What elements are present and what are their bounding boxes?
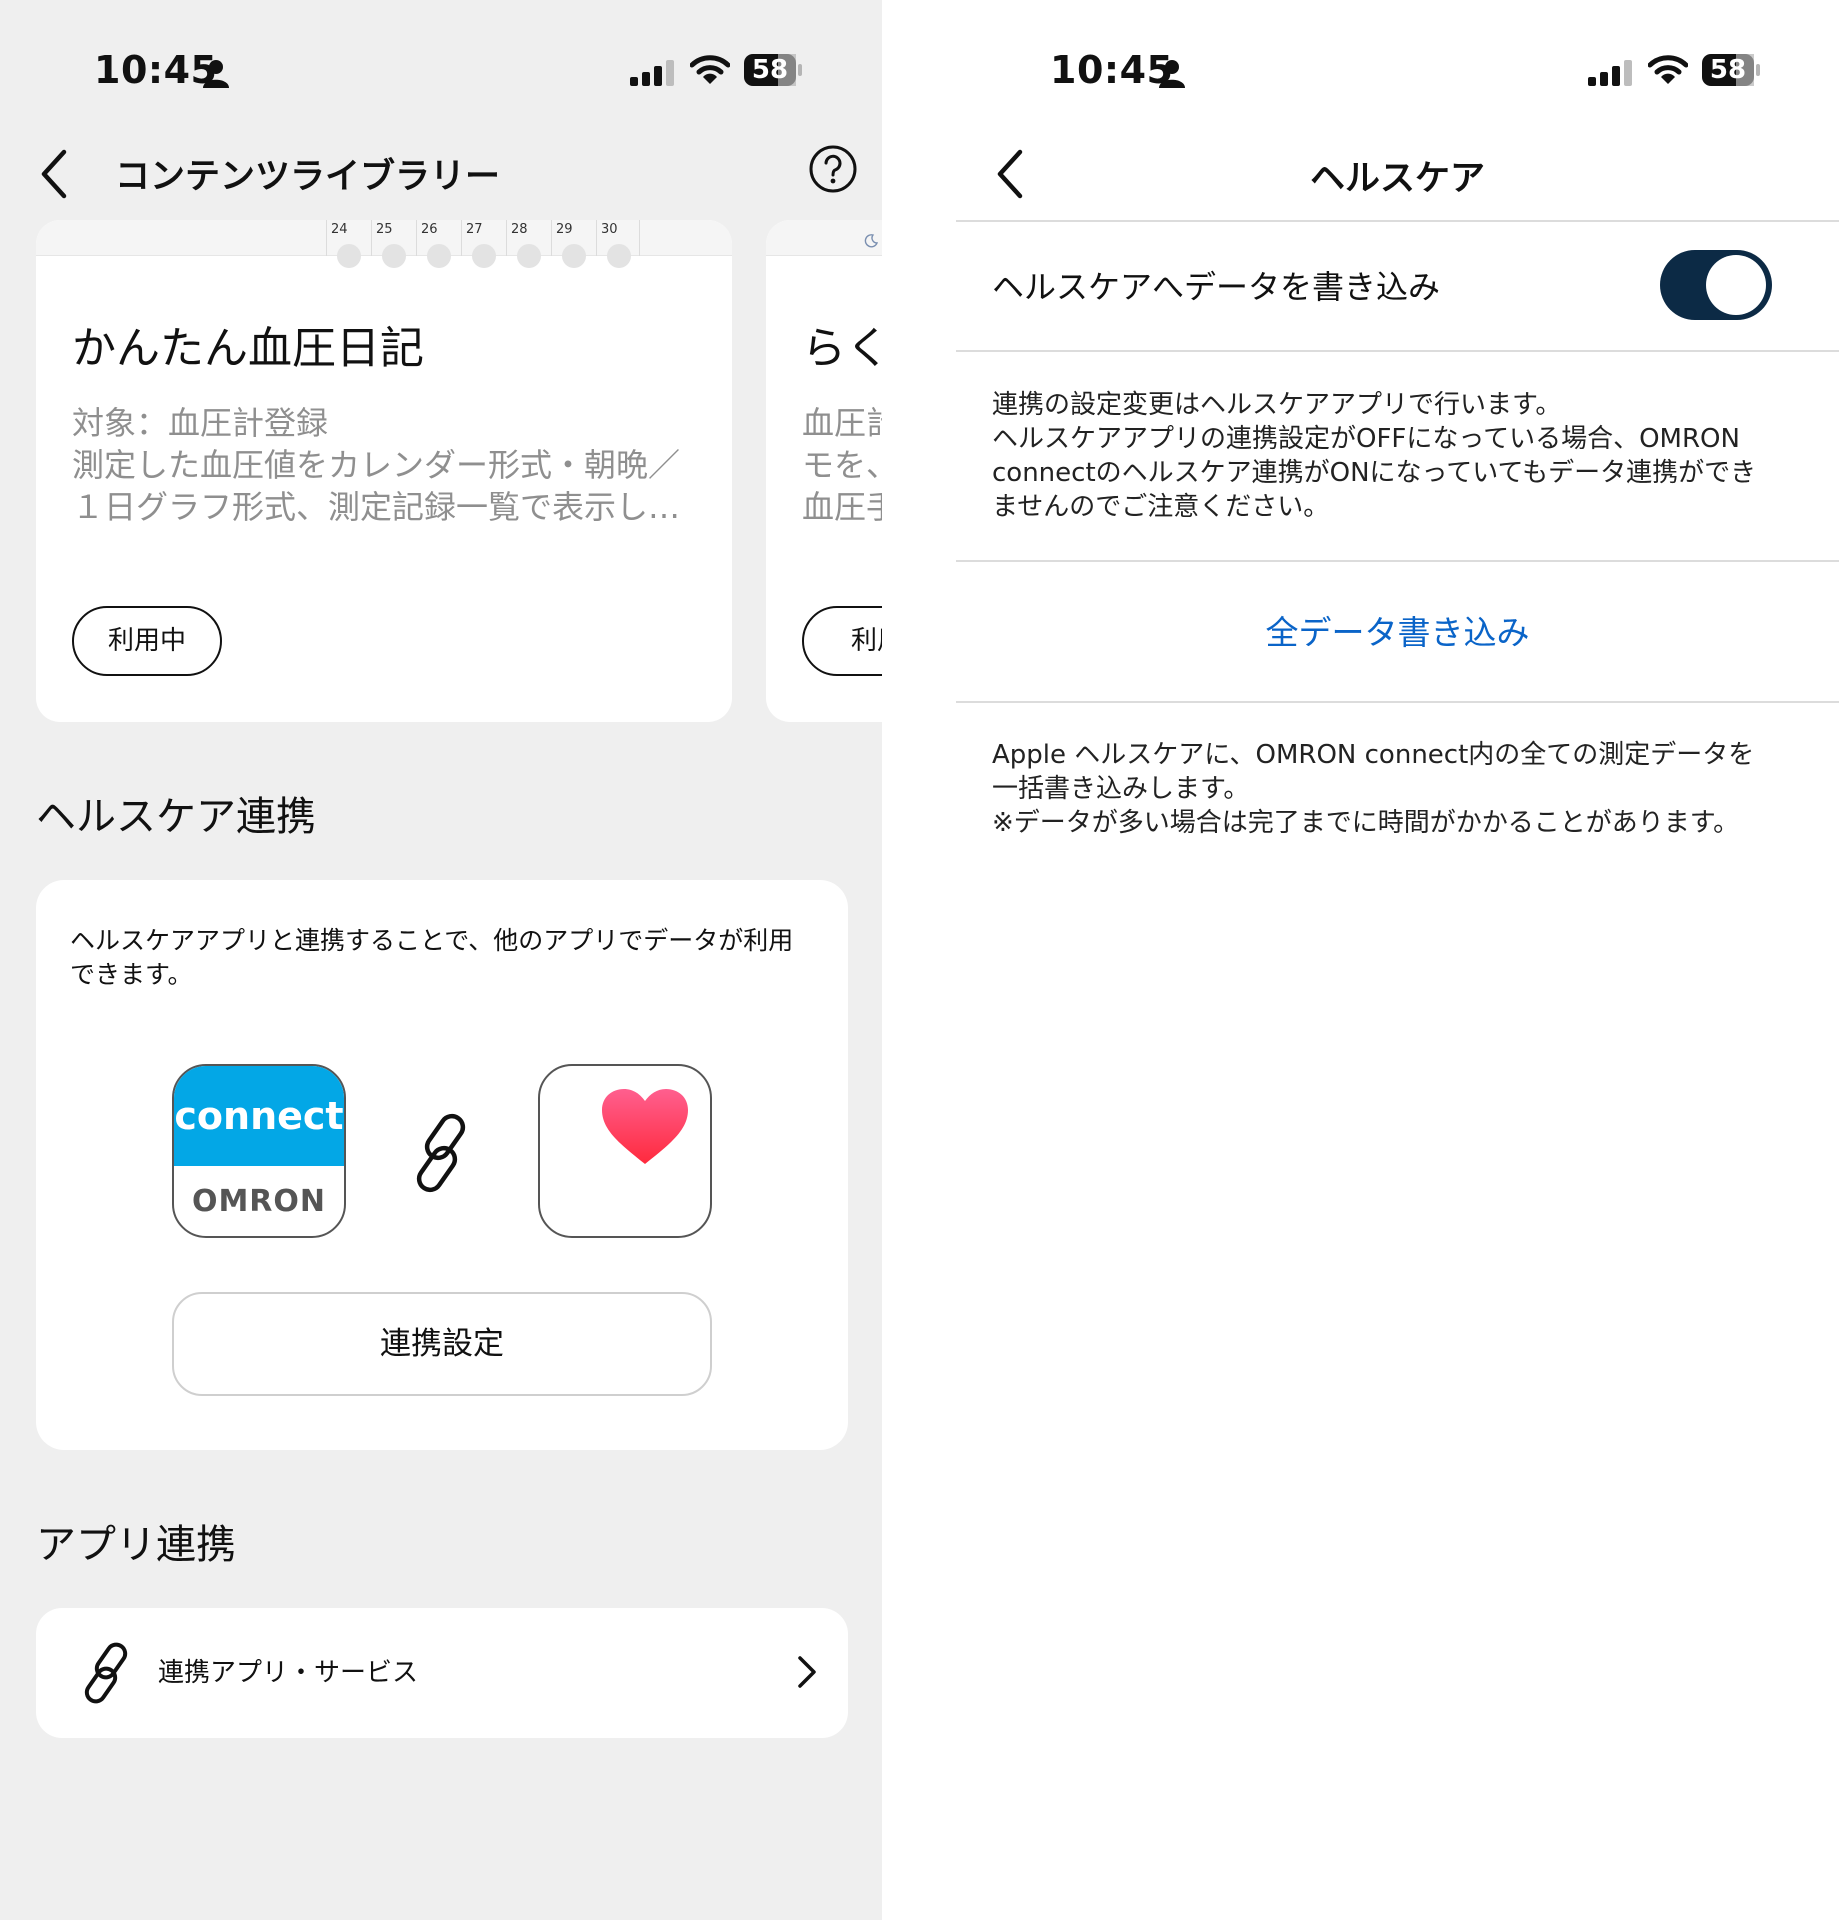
card-title: かんたん血圧日記 [72,323,424,374]
calendar-strip [766,220,882,256]
divider [956,701,1839,703]
wifi-icon [690,55,730,84]
divider [956,220,1839,222]
cellular-signal-icon [1588,60,1632,86]
content-card-partial[interactable]: らく 血圧計 モを、 血圧手 利用 [766,220,882,722]
cellular-signal-icon [630,60,674,86]
person-icon [1159,60,1185,88]
link-icon [84,1642,128,1704]
calendar-strip: 24 25 26 27 28 29 30 [36,220,732,268]
content-card-bp-diary[interactable]: 24 25 26 27 28 29 30 かんたん血圧日記 対象：血圧計登録 測… [36,220,732,722]
page-title: コンテンツライブラリー [115,157,501,197]
calendar-day: 26 [416,220,460,268]
card-description: 血圧計 モを、 血圧手 [802,404,882,526]
person-icon [203,60,229,88]
battery-level: 58 [751,55,789,85]
linked-apps-services-row[interactable]: 連携アプリ・サービス [36,1608,848,1738]
connect-logo-text: connect [174,1066,344,1166]
content-library-screen: 10:45 58 コンテンツライブラリー 24 25 26 27 28 29 3… [0,0,882,1920]
help-icon[interactable] [808,144,858,194]
write-to-healthcare-toggle[interactable] [1660,250,1772,320]
page-title: ヘルスケア [1309,159,1485,199]
healthcare-section-title: ヘルスケア連携 [36,794,316,840]
battery-level: 58 [1709,55,1747,85]
heart-icon [602,1089,688,1164]
status-time: 10:45 [94,48,218,92]
status-time: 10:45 [1050,48,1174,92]
status-bar: 10:45 58 [0,48,882,98]
moon-icon [864,234,878,248]
wifi-icon [1648,55,1688,84]
healthcare-settings-screen: 10:45 58 ヘルスケア ヘルスケアへデータを書き込み 連携の設定変更はヘル… [882,0,1839,1920]
card-description: 対象：血圧計登録 測定した血圧値をカレンダー形式・朝晩／ １日グラフ形式、測定記… [72,404,681,526]
in-use-button[interactable]: 利用 [802,606,882,676]
toggle-knob [1706,255,1766,315]
calendar-day: 30 [596,220,640,268]
linked-apps-label: 連携アプリ・サービス [158,1658,419,1688]
nav-bar: コンテンツライブラリー [0,140,882,210]
battery-icon: 58 [1702,54,1760,86]
calendar-day: 28 [506,220,550,268]
calendar-day: 24 [326,220,370,268]
link-settings-note: 連携の設定変更はヘルスケアアプリで行います。 ヘルスケアアプリの連携設定がOFF… [992,390,1757,522]
in-use-button[interactable]: 利用中 [72,606,222,676]
calendar-day: 27 [461,220,505,268]
healthcare-description: ヘルスケアアプリと連携することで、他のアプリでデータが利用できます。 [70,926,794,989]
divider [956,560,1839,562]
omron-connect-app-icon: connect OMRON [172,1064,346,1238]
write-to-healthcare-label: ヘルスケアへデータを書き込み [992,268,1441,306]
write-all-data-button[interactable]: 全データ書き込み [956,606,1839,654]
battery-icon: 58 [744,54,802,86]
write-all-note: Apple ヘルスケアに、OMRON connect内の全ての測定データを 一括… [992,740,1755,838]
link-icon [416,1113,466,1193]
nav-bar: ヘルスケア [882,140,1839,220]
status-bar: 10:45 58 [882,48,1839,98]
back-chevron-icon[interactable] [36,146,76,202]
chevron-right-icon [798,1656,816,1688]
divider [956,350,1839,352]
omron-logo-text: OMRON [191,1184,327,1219]
calendar-day: 29 [551,220,595,268]
apple-health-app-icon [538,1064,712,1238]
app-link-section-title: アプリ連携 [36,1522,236,1568]
healthcare-link-card: ヘルスケアアプリと連携することで、他のアプリでデータが利用できます。 conne… [36,880,848,1450]
card-title: らく [802,323,882,374]
calendar-day: 25 [371,220,415,268]
link-settings-button[interactable]: 連携設定 [172,1292,712,1396]
